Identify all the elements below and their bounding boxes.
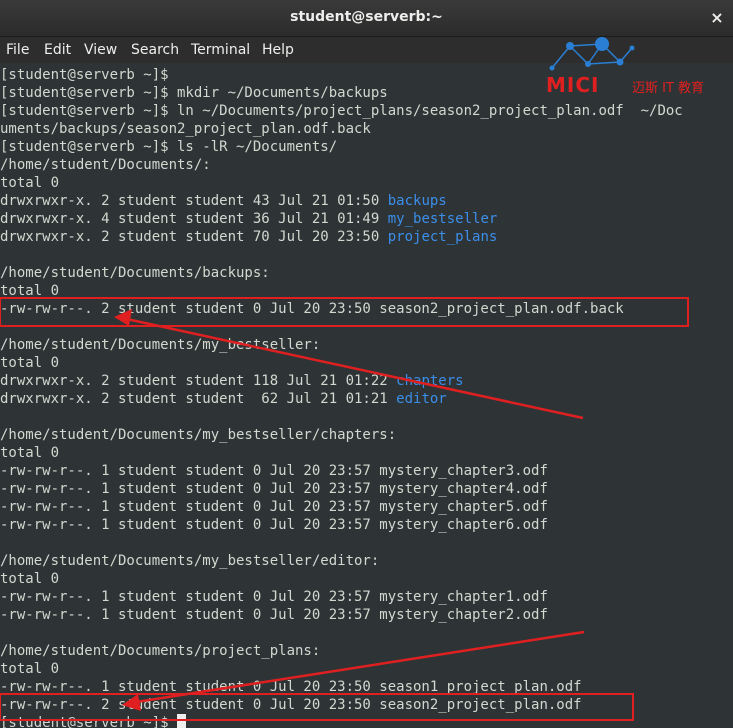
menu-view[interactable]: View [84,37,117,63]
menu-edit[interactable]: Edit [44,37,71,63]
terminal-line: total 0 [0,660,59,678]
terminal-line: /home/student/Documents/project_plans: [0,642,320,660]
terminal-line: total 0 [0,282,59,300]
line-text: -rw-rw-r--. 1 student student 0 Jul 20 2… [0,607,548,623]
terminal-output[interactable]: [student@serverb ~]$ [student@serverb ~]$… [0,64,733,728]
terminal-line: -rw-rw-r--. 2 student student 0 Jul 20 2… [0,696,582,714]
line-text: drwxrwxr-x. 2 student student 118 Jul 21… [0,373,397,389]
terminal-line: total 0 [0,354,59,372]
menu-search[interactable]: Search [131,37,179,63]
line-text: [student@serverb ~]$ mkdir ~/Documents/b… [0,85,388,101]
line-text: -rw-rw-r--. 1 student student 0 Jul 20 2… [0,481,548,497]
line-text: /home/student/Documents/my_bestseller/ch… [0,427,397,443]
line-text: -rw-rw-r--. 2 student student 0 Jul 20 2… [0,697,582,713]
terminal-line: [student@serverb ~]$ ln ~/Documents/proj… [0,102,683,120]
text-cursor [177,714,187,728]
terminal-line: -rw-rw-r--. 1 student student 0 Jul 20 2… [0,498,548,516]
line-text: /home/student/Documents/my_bestseller: [0,337,321,353]
terminal-line: -rw-rw-r--. 1 student student 0 Jul 20 2… [0,462,548,480]
watermark-brand: MICI [546,73,600,97]
line-text: [student@serverb ~]$ ls -lR ~/Documents/ [0,139,338,155]
line-text: -rw-rw-r--. 1 student student 0 Jul 20 2… [0,463,548,479]
line-text: /home/student/Documents/backups: [0,265,270,281]
menu-help[interactable]: Help [262,37,294,63]
directory-name: chapters [396,373,464,389]
line-text: total 0 [0,661,60,677]
line-text: drwxrwxr-x. 2 student student 70 Jul 20 … [0,229,388,245]
line-text: -rw-rw-r--. 1 student student 0 Jul 20 2… [0,499,548,515]
line-text: total 0 [0,355,60,371]
terminal-line: /home/student/Documents/my_bestseller: [0,336,320,354]
terminal-line: [student@serverb ~]$ [0,714,187,728]
line-text: -rw-rw-r--. 1 student student 0 Jul 20 2… [0,589,548,605]
terminal-line: -rw-rw-r--. 2 student student 0 Jul 20 2… [0,300,624,318]
directory-name: project_plans [387,229,498,245]
directory-name: editor [396,391,447,407]
terminal-line: -rw-rw-r--. 1 student student 0 Jul 20 2… [0,480,548,498]
terminal-line: drwxrwxr-x. 4 student student 36 Jul 21 … [0,210,497,228]
directory-name: my_bestseller [387,211,498,227]
terminal-line: -rw-rw-r--. 1 student student 0 Jul 20 2… [0,678,582,696]
line-text: /home/student/Documents/: [0,157,211,173]
menu-terminal[interactable]: Terminal [191,37,250,63]
terminal-line: /home/student/Documents/backups: [0,264,270,282]
line-text: -rw-rw-r--. 1 student student 0 Jul 20 2… [0,679,582,695]
line-text: uments/backups/season2_project_plan.odf.… [0,121,371,137]
line-text: [student@serverb ~]$ [0,715,178,728]
terminal-line: -rw-rw-r--. 1 student student 0 Jul 20 2… [0,588,548,606]
line-text: drwxrwxr-x. 4 student student 36 Jul 21 … [0,211,388,227]
terminal-line: drwxrwxr-x. 2 student student 70 Jul 20 … [0,228,497,246]
line-text: [student@serverb ~]$ ln ~/Documents/proj… [0,103,683,119]
line-text: drwxrwxr-x. 2 student student 62 Jul 21 … [0,391,397,407]
terminal-line: -rw-rw-r--. 1 student student 0 Jul 20 2… [0,606,548,624]
terminal-line: [student@serverb ~]$ ls -lR ~/Documents/ [0,138,337,156]
terminal-line: total 0 [0,174,59,192]
watermark-logo: MICI 迈斯 IT 教育 [540,34,720,98]
terminal-line: drwxrwxr-x. 2 student student 62 Jul 21 … [0,390,447,408]
watermark-subtitle: 迈斯 IT 教育 [632,81,705,96]
terminal-line: [student@serverb ~]$ mkdir ~/Documents/b… [0,84,388,102]
terminal-line: /home/student/Documents/my_bestseller/ed… [0,552,379,570]
terminal-line: drwxrwxr-x. 2 student student 118 Jul 21… [0,372,464,390]
terminal-line: total 0 [0,570,59,588]
terminal-line: uments/backups/season2_project_plan.odf.… [0,120,371,138]
line-text: total 0 [0,175,60,191]
line-text: /home/student/Documents/my_bestseller/ed… [0,553,380,569]
line-text: total 0 [0,571,60,587]
molecule-icon [549,37,635,71]
title-bar: student@serverb:~ × [0,0,733,37]
line-text: -rw-rw-r--. 2 student student 0 Jul 20 2… [0,301,624,317]
terminal-line: drwxrwxr-x. 2 student student 43 Jul 21 … [0,192,447,210]
terminal-line: [student@serverb ~]$ [0,66,169,84]
line-text: -rw-rw-r--. 1 student student 0 Jul 20 2… [0,517,548,533]
line-text: [student@serverb ~]$ [0,67,169,83]
line-text: /home/student/Documents/project_plans: [0,643,321,659]
line-text: total 0 [0,283,60,299]
directory-name: backups [387,193,447,209]
close-icon[interactable]: × [707,8,727,28]
terminal-line: /home/student/Documents/my_bestseller/ch… [0,426,396,444]
terminal-line: /home/student/Documents/: [0,156,211,174]
menu-file[interactable]: File [6,37,29,63]
terminal-line: total 0 [0,444,59,462]
line-text: drwxrwxr-x. 2 student student 43 Jul 21 … [0,193,388,209]
line-text: total 0 [0,445,60,461]
terminal-line: -rw-rw-r--. 1 student student 0 Jul 20 2… [0,516,548,534]
window-title: student@serverb:~ [290,9,443,25]
